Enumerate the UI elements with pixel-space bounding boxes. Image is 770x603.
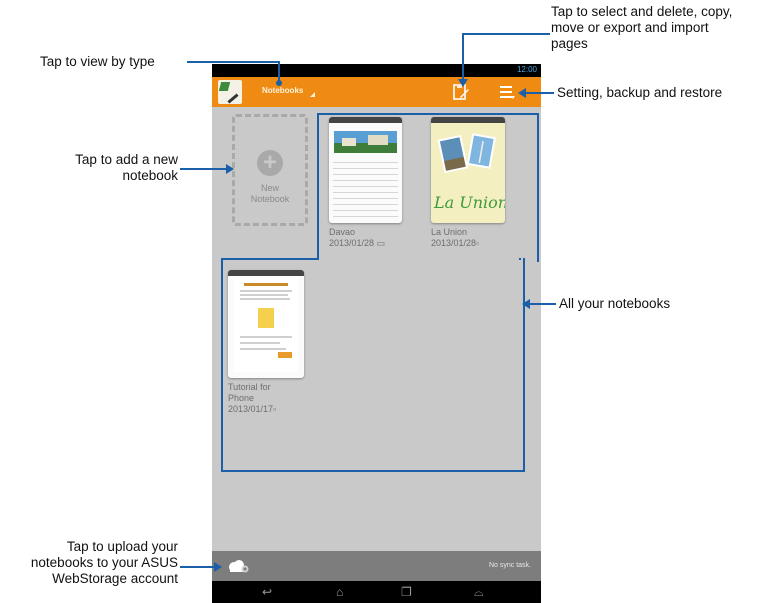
callout-upload: Tap to upload your notebooks to your ASU… xyxy=(30,539,178,586)
callout-select-delete: Tap to select and delete, copy, move or … xyxy=(551,4,733,51)
new-notebook-label-line1: New xyxy=(260,183,279,193)
spinner-label: Notebooks xyxy=(262,86,304,95)
home-icon[interactable]: ⌂ xyxy=(336,585,343,599)
sync-bar: No sync task. xyxy=(212,551,541,581)
callout-all-notebooks: All your notebooks xyxy=(559,296,671,311)
recent-apps-icon[interactable]: ❐ xyxy=(401,585,412,599)
action-bar: Notebooks xyxy=(212,77,541,107)
app-icon[interactable] xyxy=(218,80,242,104)
menu-icon[interactable] xyxy=(499,84,515,100)
plus-icon: + xyxy=(257,150,283,176)
callout-settings: Setting, backup and restore xyxy=(557,85,723,100)
status-time: 12:00 xyxy=(516,65,537,74)
view-type-spinner[interactable]: Notebooks xyxy=(262,86,316,97)
callout-add-notebook: Tap to add a new notebook xyxy=(75,152,178,183)
status-bar: 12:00 xyxy=(212,64,541,77)
new-notebook-button[interactable]: + New Notebook xyxy=(232,114,308,226)
spinner-triangle-icon xyxy=(310,92,316,97)
new-notebook-label-line2: Notebook xyxy=(250,194,290,204)
sync-status: No sync task. xyxy=(488,562,531,569)
callout-view-by-type: Tap to view by type xyxy=(40,54,155,69)
cloud-upload-icon[interactable] xyxy=(226,559,250,573)
back-icon[interactable]: ↩ xyxy=(262,585,272,599)
notebooks-highlight-top xyxy=(317,113,539,262)
system-nav-bar: ↩ ⌂ ❐ ⌓ xyxy=(212,581,541,603)
notebooks-highlight-bottom xyxy=(221,258,525,472)
screenshot-icon[interactable]: ⌓ xyxy=(474,585,484,599)
